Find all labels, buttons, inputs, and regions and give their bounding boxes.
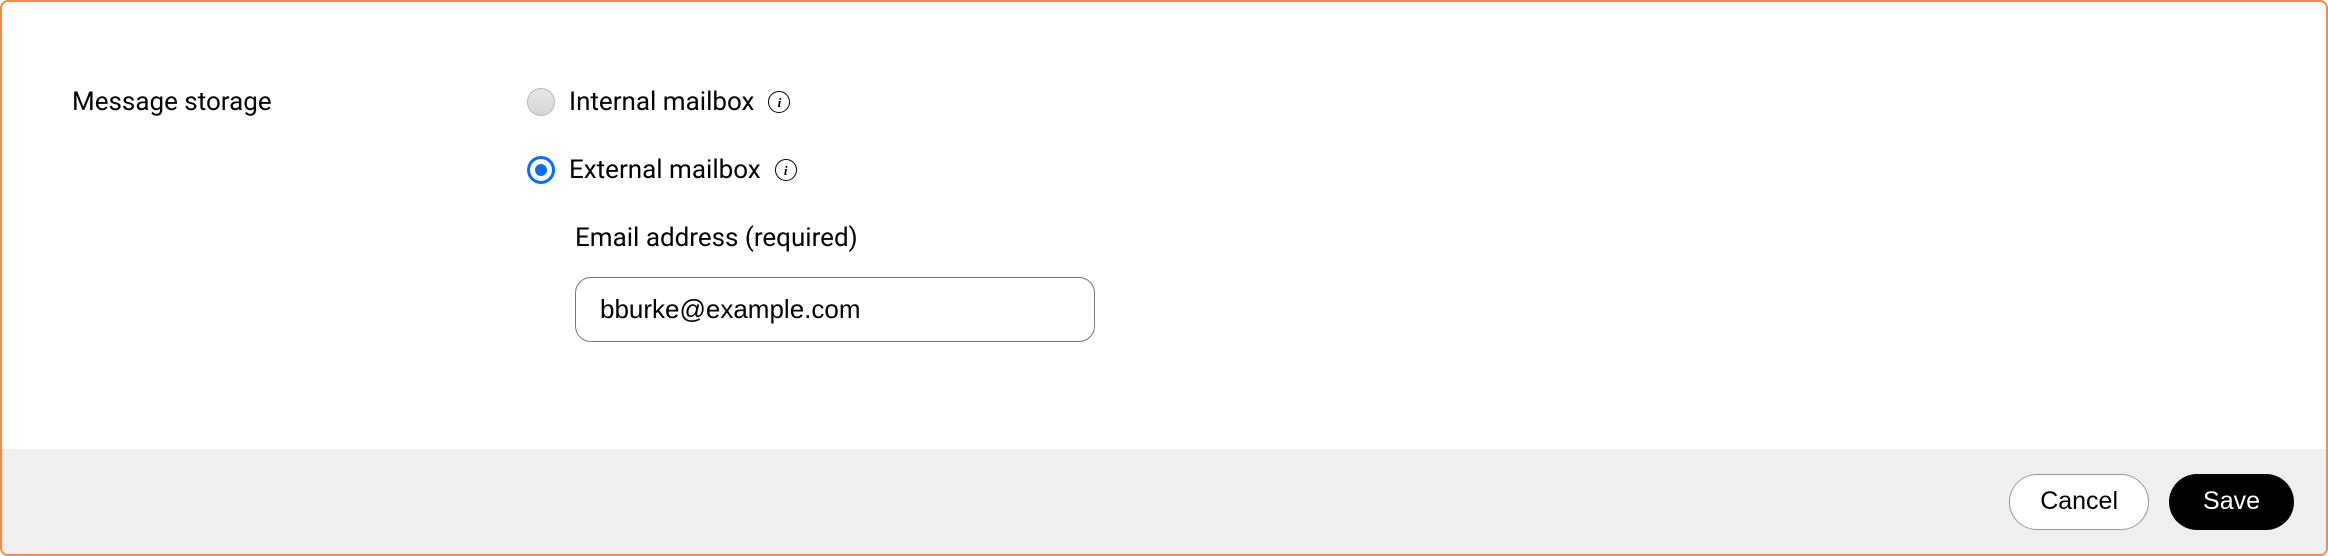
radio-label-internal: Internal mailbox xyxy=(569,87,754,117)
save-button[interactable]: Save xyxy=(2169,474,2294,530)
options-column: Internal mailbox i External mailbox i Em… xyxy=(527,87,2326,449)
radio-row-internal: Internal mailbox i xyxy=(527,87,2326,117)
radio-internal-mailbox[interactable] xyxy=(527,88,555,116)
cancel-button[interactable]: Cancel xyxy=(2009,474,2149,530)
radio-row-external: External mailbox i xyxy=(527,155,2326,185)
section-label-column: Message storage xyxy=(72,87,527,449)
email-field-label: Email address (required) xyxy=(575,223,2326,253)
email-field-block: Email address (required) xyxy=(575,223,2326,342)
section-title: Message storage xyxy=(72,87,527,117)
email-input[interactable] xyxy=(575,277,1095,342)
info-icon[interactable]: i xyxy=(775,159,797,181)
radio-label-external: External mailbox xyxy=(569,155,761,185)
panel-footer: Cancel Save xyxy=(2,449,2326,554)
radio-external-mailbox[interactable] xyxy=(527,156,555,184)
settings-panel: Message storage Internal mailbox i Exter… xyxy=(0,0,2328,556)
panel-content: Message storage Internal mailbox i Exter… xyxy=(2,2,2326,449)
info-icon[interactable]: i xyxy=(768,91,790,113)
